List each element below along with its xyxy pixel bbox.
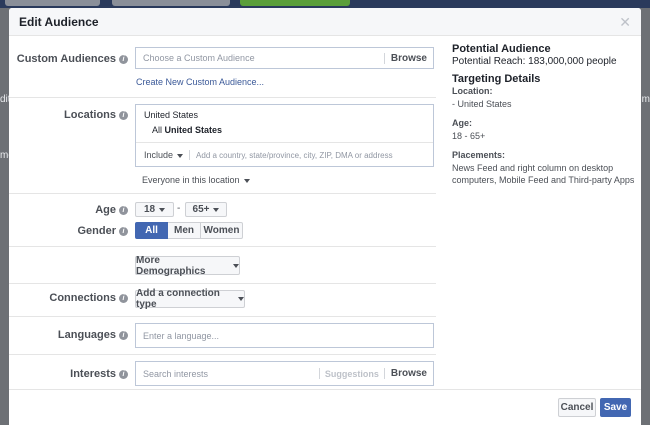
more-demographics-row: More Demographics bbox=[9, 247, 436, 284]
placements-summary-value: News Feed and right column on desktop co… bbox=[452, 163, 635, 185]
edit-audience-dialog: Edit Audience ✕ Custom Audiences i Choose… bbox=[9, 8, 641, 425]
create-custom-audience-link[interactable]: Create New Custom Audience... bbox=[136, 77, 264, 87]
chevron-down-icon bbox=[243, 179, 250, 183]
info-icon[interactable]: i bbox=[119, 370, 128, 379]
info-icon[interactable]: i bbox=[119, 294, 128, 303]
audience-summary: Potential Audience Potential Reach: 183,… bbox=[452, 43, 637, 186]
interests-input[interactable]: Search interests Suggestions Browse bbox=[135, 361, 434, 386]
language-input[interactable]: Enter a language... bbox=[135, 323, 434, 348]
dialog-header: Edit Audience ✕ bbox=[9, 8, 641, 36]
age-summary-value: 18 - 65+ bbox=[452, 131, 486, 141]
locations-box: United States All United States Include … bbox=[135, 104, 434, 167]
gender-men-button[interactable]: Men bbox=[168, 222, 201, 239]
potential-reach: Potential Reach: 183,000,000 people bbox=[452, 56, 617, 67]
custom-audiences-row: Custom Audiences i Choose a Custom Audien… bbox=[9, 36, 436, 98]
age-label: Age i bbox=[9, 204, 128, 216]
languages-label: Languages i bbox=[9, 329, 128, 341]
location-add-bar: Include Add a country, state/province, c… bbox=[136, 142, 433, 167]
chevron-down-icon bbox=[238, 297, 244, 301]
age-dash: - bbox=[177, 203, 181, 214]
interests-placeholder: Search interests bbox=[143, 368, 209, 379]
potential-audience-heading: Potential Audience bbox=[452, 43, 551, 55]
age-max-dropdown[interactable]: 65+ bbox=[185, 202, 227, 217]
info-icon[interactable]: i bbox=[119, 227, 128, 236]
age-gender-row: Age i 18 - 65+ Gender i All Men Women bbox=[9, 194, 436, 247]
info-icon[interactable]: i bbox=[119, 55, 128, 64]
gender-all-button[interactable]: All bbox=[135, 222, 168, 239]
background-tab bbox=[112, 0, 230, 6]
placements-summary-label: Placements: bbox=[452, 150, 506, 160]
gender-label: Gender i bbox=[9, 225, 128, 237]
location-search-input[interactable]: Add a country, state/province, city, ZIP… bbox=[190, 151, 393, 160]
locations-label: Locations i bbox=[9, 109, 128, 121]
chevron-down-icon bbox=[177, 154, 184, 158]
background-tab bbox=[5, 0, 100, 6]
custom-audience-placeholder: Choose a Custom Audience bbox=[143, 53, 255, 63]
add-connection-type-button[interactable]: Add a connection type bbox=[135, 288, 245, 310]
info-icon[interactable]: i bbox=[119, 331, 128, 340]
everyone-location-dropdown[interactable]: Everyone in this location bbox=[142, 175, 250, 185]
chevron-down-icon bbox=[213, 207, 220, 212]
location-country: United States bbox=[144, 110, 199, 120]
targeting-details-heading: Targeting Details bbox=[452, 73, 541, 85]
info-icon[interactable]: i bbox=[119, 111, 128, 120]
location-all: All United States bbox=[152, 125, 223, 135]
age-min-dropdown[interactable]: 18 bbox=[135, 202, 174, 217]
audience-form: Custom Audiences i Choose a Custom Audien… bbox=[9, 36, 436, 394]
languages-row: Languages i Enter a language... bbox=[9, 317, 436, 355]
connections-row: Connections i Add a connection type bbox=[9, 284, 436, 317]
more-demographics-button[interactable]: More Demographics bbox=[135, 255, 240, 277]
dialog-title: Edit Audience bbox=[19, 14, 99, 29]
background-tab-green bbox=[240, 0, 350, 6]
chevron-down-icon bbox=[159, 207, 166, 212]
language-placeholder: Enter a language... bbox=[143, 330, 220, 341]
include-dropdown[interactable]: Include bbox=[136, 150, 184, 160]
save-button[interactable]: Save bbox=[600, 398, 631, 417]
connections-label: Connections i bbox=[9, 292, 128, 304]
location-summary-label: Location: bbox=[452, 86, 493, 96]
interests-browse-button[interactable]: Browse bbox=[385, 368, 433, 379]
close-icon[interactable]: ✕ bbox=[619, 14, 631, 31]
browse-button[interactable]: Browse bbox=[385, 53, 433, 64]
suggestions-button[interactable]: Suggestions bbox=[320, 369, 384, 379]
gender-women-button[interactable]: Women bbox=[201, 222, 243, 239]
gender-segmented-control: All Men Women bbox=[135, 222, 243, 239]
location-summary-value: - United States bbox=[452, 99, 512, 109]
cancel-button[interactable]: Cancel bbox=[558, 398, 596, 417]
dialog-footer: Cancel Save bbox=[9, 389, 641, 425]
custom-audiences-label: Custom Audiences i bbox=[9, 53, 128, 65]
locations-row: Locations i United States All United Stat… bbox=[9, 98, 436, 194]
chevron-down-icon bbox=[233, 263, 239, 268]
age-summary-label: Age: bbox=[452, 118, 472, 128]
interests-label: Interests i bbox=[9, 368, 128, 380]
custom-audience-input[interactable]: Choose a Custom Audience Browse bbox=[135, 47, 434, 69]
info-icon[interactable]: i bbox=[119, 206, 128, 215]
